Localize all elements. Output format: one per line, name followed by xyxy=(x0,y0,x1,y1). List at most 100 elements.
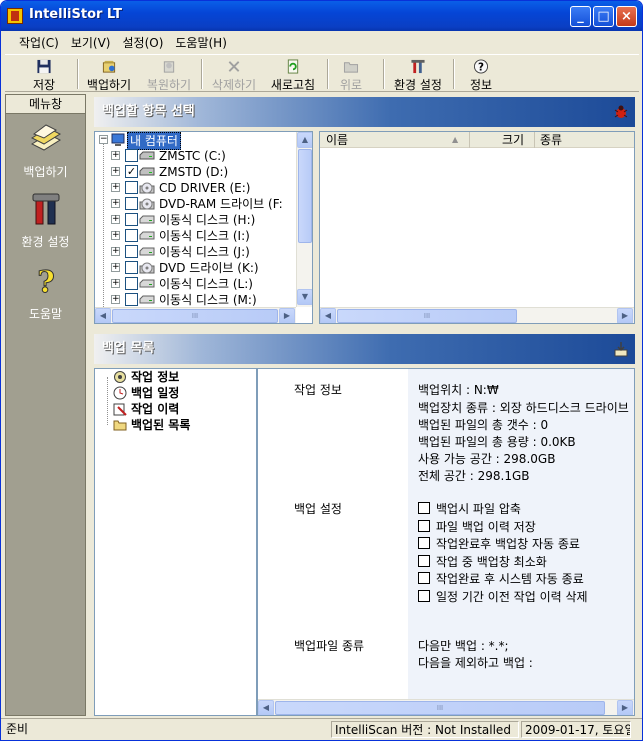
scroll-left-button[interactable]: ◀ xyxy=(258,700,274,715)
bug-icon[interactable] xyxy=(613,104,629,120)
expand-toggle[interactable]: + xyxy=(111,263,120,272)
setting-checkbox[interactable] xyxy=(418,554,430,567)
drive-label: 이동식 디스크 (H:) xyxy=(159,213,256,227)
tree-drive-row[interactable]: + 이동식 디스크 (H:) xyxy=(95,212,295,228)
menu-help[interactable]: 도움말(H) xyxy=(169,32,233,53)
sidebar-item-help[interactable]: ? 도움말 xyxy=(6,264,85,322)
menu-bar: 작업(C) 보기(V) 설정(O) 도움말(H) xyxy=(5,32,639,52)
toolbar-separator xyxy=(453,59,455,89)
title-bar[interactable]: IntelliStor LT _ □ × xyxy=(1,1,642,31)
backup-button[interactable]: 백업하기 xyxy=(83,57,135,92)
column-size[interactable]: 크기 xyxy=(502,132,524,148)
backup-setting-option[interactable]: 작업 중 백업창 최소화 xyxy=(418,553,633,569)
scroll-thumb[interactable]: III xyxy=(275,701,605,715)
tree-drive-row[interactable]: + ✓ ZMSTD (D:) xyxy=(95,164,295,180)
help-question-icon: ? xyxy=(473,59,489,74)
list-horizontal-scrollbar[interactable]: ◀ III ▶ xyxy=(320,307,634,323)
detail-horizontal-scrollbar[interactable]: ◀ III ▶ xyxy=(258,699,634,715)
nav-item-backed-up[interactable]: 백업된 목록 xyxy=(107,417,257,433)
setting-checkbox[interactable] xyxy=(418,519,430,532)
expand-toggle[interactable]: + xyxy=(111,167,120,176)
expand-toggle[interactable]: + xyxy=(111,215,120,224)
backup-setting-option[interactable]: 백업시 파일 압축 xyxy=(418,500,633,516)
column-type[interactable]: 종류 xyxy=(540,132,562,148)
refresh-button[interactable]: 새로고침 xyxy=(267,57,319,92)
export-icon[interactable] xyxy=(613,341,629,357)
drive-checkbox[interactable]: ✓ xyxy=(125,165,138,178)
tree-drive-row[interactable]: + 이동식 디스크 (L:) xyxy=(95,276,295,292)
expand-toggle[interactable]: + xyxy=(111,247,120,256)
backup-location: 백업위치 : N:₩ xyxy=(418,383,499,397)
file-type-label: 백업파일 종류 xyxy=(294,639,365,653)
tree-drive-row[interactable]: + 이동식 디스크 (J:) xyxy=(95,244,295,260)
expand-toggle[interactable]: + xyxy=(111,199,120,208)
settings-button[interactable]: 환경 설정 xyxy=(389,57,447,92)
scroll-right-button[interactable]: ▶ xyxy=(617,308,633,323)
nav-item-job-info[interactable]: 작업 정보 xyxy=(107,369,257,385)
total-file-count: 백업된 파일의 총 갯수 : 0 xyxy=(418,418,549,432)
menu-view[interactable]: 보기(V) xyxy=(65,32,117,53)
setting-checkbox[interactable] xyxy=(418,502,430,514)
tree-drive-row[interactable]: + DVD-RAM 드라이브 (F: xyxy=(95,196,295,212)
scroll-left-button[interactable]: ◀ xyxy=(95,308,111,323)
minimize-button[interactable]: _ xyxy=(570,6,591,27)
scroll-down-button[interactable]: ▼ xyxy=(297,289,312,305)
total-file-size: 백업된 파일의 총 용량 : 0.0KB xyxy=(418,435,576,449)
backup-setting-option[interactable]: 파일 백업 이력 저장 xyxy=(418,518,633,534)
drive-checkbox[interactable] xyxy=(125,293,138,306)
tree-drive-row[interactable]: + CD DRIVER (E:) xyxy=(95,180,295,196)
expand-toggle[interactable]: + xyxy=(111,295,120,304)
drive-checkbox[interactable] xyxy=(125,213,138,226)
scroll-right-button[interactable]: ▶ xyxy=(617,700,633,715)
removable-disk-icon xyxy=(139,231,155,240)
maximize-button[interactable]: □ xyxy=(593,6,614,27)
tree-drive-row[interactable]: + 이동식 디스크 (I:) xyxy=(95,228,295,244)
tree-root-my-computer[interactable]: − 내 컴퓨터 xyxy=(95,132,295,150)
restore-button[interactable]: 복원하기 xyxy=(143,57,195,92)
info-button[interactable]: ? 정보 xyxy=(465,57,497,92)
drive-label: ZMSTD (D:) xyxy=(159,165,229,179)
nav-item-history[interactable]: 작업 이력 xyxy=(107,401,257,417)
scroll-thumb[interactable]: III xyxy=(112,309,278,323)
drive-checkbox[interactable] xyxy=(125,149,138,162)
drive-checkbox[interactable] xyxy=(125,229,138,242)
menu-settings[interactable]: 설정(O) xyxy=(116,32,169,53)
column-name[interactable]: 이름 xyxy=(326,132,348,148)
sidebar-item-backup[interactable]: 백업하기 xyxy=(6,122,85,180)
expand-toggle[interactable]: + xyxy=(111,183,120,192)
tree-drive-row[interactable]: + DVD 드라이브 (K:) xyxy=(95,260,295,276)
tree-horizontal-scrollbar[interactable]: ◀ III ▶ xyxy=(95,307,296,323)
collapse-toggle[interactable]: − xyxy=(99,135,108,144)
save-button[interactable]: 저장 xyxy=(27,57,61,92)
tree-vertical-scrollbar[interactable]: ▲ ▼ xyxy=(296,132,312,307)
scroll-right-button[interactable]: ▶ xyxy=(279,308,295,323)
scroll-thumb[interactable] xyxy=(298,149,312,243)
menu-job[interactable]: 작업(C) xyxy=(13,32,65,53)
up-button[interactable]: 위로 xyxy=(333,57,369,92)
expand-toggle[interactable]: + xyxy=(111,151,120,160)
expand-toggle[interactable]: + xyxy=(111,231,120,240)
setting-checkbox[interactable] xyxy=(418,572,430,584)
drive-checkbox[interactable] xyxy=(125,181,138,194)
expand-toggle[interactable]: + xyxy=(111,279,120,288)
scroll-up-button[interactable]: ▲ xyxy=(297,132,312,148)
close-button[interactable]: × xyxy=(616,6,637,27)
delete-button[interactable]: 삭제하기 xyxy=(207,57,261,92)
sidebar-item-settings[interactable]: 환경 설정 xyxy=(6,192,85,250)
scroll-left-button[interactable]: ◀ xyxy=(320,308,336,323)
drive-checkbox[interactable] xyxy=(125,245,138,258)
drive-checkbox[interactable] xyxy=(125,277,138,290)
setting-checkbox[interactable] xyxy=(418,589,430,602)
tree-drive-row[interactable]: + ZMSTC (C:) xyxy=(95,148,295,164)
backup-setting-option[interactable]: 작업완료후 백업창 자동 종료 xyxy=(418,535,633,551)
file-list[interactable]: 이름 ▲ 크기 종류 ◀ III ▶ xyxy=(319,131,635,324)
drive-checkbox[interactable] xyxy=(125,197,138,210)
backup-setting-option[interactable]: 일정 기간 이전 작업 이력 삭제 xyxy=(418,588,633,604)
nav-item-schedule[interactable]: 백업 일정 xyxy=(107,385,257,401)
drive-checkbox[interactable] xyxy=(125,261,138,274)
drive-tree[interactable]: − 내 컴퓨터 + ZMSTC (C:) + ✓ ZMSTD (D:) + CD DRIVER … xyxy=(94,131,313,324)
tree-drive-row[interactable]: + 이동식 디스크 (M:) xyxy=(95,292,295,308)
backup-setting-option[interactable]: 작업완료 후 시스템 자동 종료 xyxy=(418,570,633,586)
scroll-thumb[interactable]: III xyxy=(337,309,517,323)
setting-checkbox[interactable] xyxy=(418,537,430,549)
